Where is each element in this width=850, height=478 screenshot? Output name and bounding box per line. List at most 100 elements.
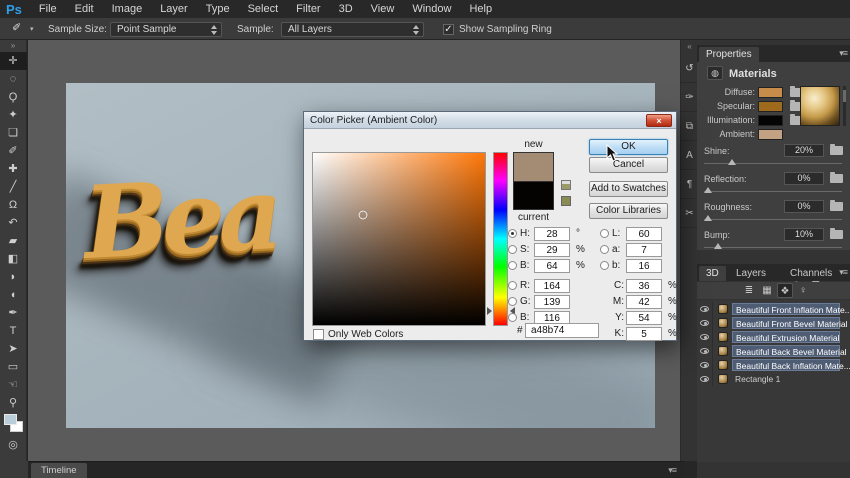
menu-item-select[interactable]: Select xyxy=(239,0,288,18)
magic-wand-tool[interactable]: ✦ xyxy=(0,106,27,124)
gold-3d-text[interactable]: Bea xyxy=(81,154,279,282)
layer-row[interactable]: Rectangle 1 xyxy=(697,372,850,386)
value-input[interactable]: 54 xyxy=(626,311,662,325)
color-field-marker[interactable] xyxy=(358,210,367,219)
material-color-swatch[interactable] xyxy=(758,115,783,126)
radio-button[interactable] xyxy=(508,245,517,254)
path-selection-tool[interactable]: ➤ xyxy=(0,340,27,358)
layer-name[interactable]: Beautiful Back Inflation Mate... xyxy=(732,359,840,371)
hue-slider-arrow-left[interactable] xyxy=(487,307,492,315)
sample-size-dropdown[interactable]: Point Sample xyxy=(110,22,222,37)
tool-preset-caret-icon[interactable]: ▾ xyxy=(30,25,34,33)
eye-icon[interactable] xyxy=(700,376,709,382)
menu-item-window[interactable]: Window xyxy=(403,0,460,18)
material-sphere-preview[interactable] xyxy=(800,86,840,126)
visibility-cell[interactable] xyxy=(697,372,713,386)
eyedropper-tool[interactable]: ✐ xyxy=(0,142,27,160)
web-safe-color-chip[interactable] xyxy=(561,196,571,206)
material-color-swatch[interactable] xyxy=(758,87,783,98)
tab-channels[interactable]: Channels xyxy=(783,266,839,281)
material-color-swatch[interactable] xyxy=(758,101,783,112)
material-color-swatch[interactable] xyxy=(758,129,783,140)
lights-filter-icon[interactable]: ♀ xyxy=(795,283,811,298)
menu-item-help[interactable]: Help xyxy=(460,0,501,18)
slider-thumb[interactable] xyxy=(728,159,736,165)
layer-name[interactable]: Beautiful Back Bevel Material xyxy=(732,345,840,357)
dialog-title-bar[interactable]: Color Picker (Ambient Color) xyxy=(304,112,676,129)
marquee-tool[interactable]: ◌ xyxy=(0,70,27,88)
slider-thumb[interactable] xyxy=(704,215,712,221)
show-sampling-ring-checkbox[interactable]: ✓ xyxy=(443,24,454,35)
zoom-tool[interactable]: ⚲ xyxy=(0,394,27,412)
panel-menu-icon[interactable]: ▾≡ xyxy=(668,465,676,476)
panel-menu-icon[interactable]: ▾≡ xyxy=(839,48,847,59)
menu-item-image[interactable]: Image xyxy=(103,0,152,18)
cancel-button[interactable]: Cancel xyxy=(589,157,668,173)
saturation-brightness-field[interactable] xyxy=(312,152,486,326)
eye-icon[interactable] xyxy=(700,362,709,368)
eraser-tool[interactable]: ▰ xyxy=(0,232,27,250)
radio-button[interactable] xyxy=(600,229,609,238)
brush-tool[interactable]: ╱ xyxy=(0,178,27,196)
clone-source-panel-icon[interactable]: ⧉ xyxy=(681,112,698,141)
color-swatches[interactable] xyxy=(0,412,27,436)
slider-value[interactable]: 0% xyxy=(784,200,824,213)
clone-stamp-tool[interactable]: Ω xyxy=(0,196,27,214)
value-input[interactable]: 16 xyxy=(626,259,662,273)
ok-button[interactable]: OK xyxy=(589,139,668,155)
history-brush-tool[interactable]: ↶ xyxy=(0,214,27,232)
current-color-swatch[interactable] xyxy=(513,181,554,210)
close-icon[interactable]: × xyxy=(646,114,672,127)
radio-button[interactable] xyxy=(508,229,517,238)
slider-value[interactable]: 10% xyxy=(784,228,824,241)
toolbar-collapse-icon[interactable]: » xyxy=(0,40,27,52)
tool-presets-panel-icon[interactable]: ✂ xyxy=(681,199,698,228)
visibility-cell[interactable] xyxy=(697,358,713,372)
menu-item-edit[interactable]: Edit xyxy=(66,0,103,18)
tab-properties[interactable]: Properties xyxy=(699,47,759,62)
add-to-swatches-button[interactable]: Add to Swatches xyxy=(589,181,668,197)
layer-name[interactable]: Rectangle 1 xyxy=(732,373,783,385)
panel-menu-icon[interactable]: ▾≡ xyxy=(839,267,847,278)
slider-track[interactable] xyxy=(704,219,842,220)
value-input[interactable]: 60 xyxy=(626,227,662,241)
rectangle-tool[interactable]: ▭ xyxy=(0,358,27,376)
only-web-colors-checkbox[interactable] xyxy=(313,329,324,340)
value-input[interactable]: 164 xyxy=(534,279,570,293)
foreground-color-swatch[interactable] xyxy=(4,414,17,425)
value-input[interactable]: 5 xyxy=(626,327,662,341)
menu-item-3d[interactable]: 3D xyxy=(330,0,362,18)
radio-button[interactable] xyxy=(508,313,517,322)
value-input[interactable]: 64 xyxy=(534,259,570,273)
value-input[interactable]: 29 xyxy=(534,243,570,257)
history-panel-icon[interactable]: ↺ xyxy=(681,54,698,83)
eye-icon[interactable] xyxy=(700,348,709,354)
folder-icon[interactable] xyxy=(830,146,843,155)
character-panel-icon[interactable]: A xyxy=(681,141,698,170)
value-input[interactable]: 7 xyxy=(626,243,662,257)
menu-item-type[interactable]: Type xyxy=(197,0,239,18)
radio-button[interactable] xyxy=(600,245,609,254)
color-libraries-button[interactable]: Color Libraries xyxy=(589,203,668,219)
lasso-tool[interactable]: Ϙ xyxy=(0,88,27,106)
slider-value[interactable]: 0% xyxy=(784,172,824,185)
value-input[interactable]: 139 xyxy=(534,295,570,309)
radio-button[interactable] xyxy=(508,281,517,290)
dock-expand-icon[interactable]: « xyxy=(681,42,698,51)
radio-button[interactable] xyxy=(508,261,517,270)
brush-presets-panel-icon[interactable]: ✑ xyxy=(681,83,698,112)
slider-track[interactable] xyxy=(704,191,842,192)
folder-icon[interactable] xyxy=(830,202,843,211)
menu-item-layer[interactable]: Layer xyxy=(151,0,197,18)
pen-tool[interactable]: ✒ xyxy=(0,304,27,322)
radio-button[interactable] xyxy=(508,297,517,306)
menu-item-filter[interactable]: Filter xyxy=(287,0,329,18)
type-tool[interactable]: T xyxy=(0,322,27,340)
slider-value[interactable]: 20% xyxy=(784,144,824,157)
radio-button[interactable] xyxy=(600,261,609,270)
folder-icon[interactable] xyxy=(830,230,843,239)
dodge-tool[interactable]: ◖ xyxy=(0,286,27,304)
tab-timeline[interactable]: Timeline xyxy=(31,463,87,478)
gradient-tool[interactable]: ◧ xyxy=(0,250,27,268)
paragraph-panel-icon[interactable]: ¶ xyxy=(681,170,698,199)
